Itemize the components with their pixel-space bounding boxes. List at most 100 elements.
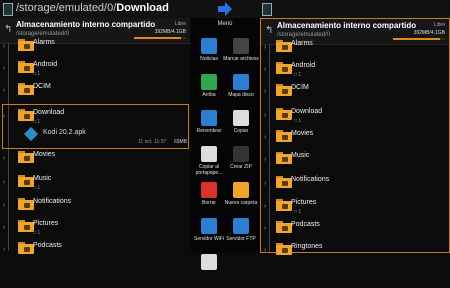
folder-item[interactable]: › Android □ 1 [261,59,449,81]
expand-icon[interactable]: › [264,203,266,210]
kodi-icon [23,126,39,142]
folder-icon [276,40,292,52]
folder-name: DCIM [291,84,309,91]
folder-item[interactable]: › Alarms [0,36,190,58]
folder-count: □ 1 [294,118,302,124]
folder-name: DCIM [33,83,51,90]
free-label: Libre [433,22,445,28]
folder-icon [276,243,292,255]
folder-badge [24,88,30,93]
folder-name: Notifications [291,176,330,183]
expand-icon[interactable]: › [264,66,266,73]
folder-count: □ 1 [33,230,41,236]
expand-icon[interactable]: › [3,43,5,50]
expand-icon[interactable]: › [264,134,266,141]
folder-item[interactable]: › Podcasts [261,218,449,240]
expand-icon[interactable]: › [3,202,5,209]
expand-icon[interactable]: › [3,87,5,94]
folder-item[interactable]: › Android □ 1 [0,58,190,80]
expand-icon[interactable]: › [3,65,5,72]
sort-icon [201,254,217,270]
folder-item[interactable]: › Music [261,149,449,171]
expand-icon[interactable]: › [264,112,266,119]
folder-icon [276,152,292,164]
arrow-right-icon[interactable] [218,1,232,17]
storage-size: 392MB/4.1GB [154,29,186,35]
right-pane[interactable]: ↰ Almacenamiento interno compartido /sto… [260,18,450,255]
expand-icon[interactable]: › [3,179,5,186]
folder-item[interactable]: › Ringtones [261,240,449,262]
folder-icon [18,175,34,187]
menu-item-label: Noticias [200,56,218,62]
folder-badge [282,204,288,209]
folder-item[interactable]: › Pictures □ 1 [0,217,190,239]
folder-count: □ 1 [33,185,41,191]
expand-icon[interactable]: › [264,88,266,95]
folder-badge [24,203,30,208]
menu-item-nueva-carpeta[interactable]: Nueva carpeta [225,182,257,216]
menu-item-copiar[interactable]: Copiar [225,110,257,144]
menu-item-sort[interactable] [193,254,225,288]
expand-icon[interactable]: › [264,44,266,51]
menu-item-arriba[interactable]: Arriba [193,74,225,108]
folder-name: Pictures [291,199,317,206]
left-pane[interactable]: ↰ Almacenamiento interno compartido /sto… [0,18,190,254]
folder-icon [18,151,34,163]
menu-item-mapa-disco[interactable]: Mapa disco [225,74,257,108]
folder-badge [282,89,288,94]
folder-icon [18,198,34,210]
folder-item[interactable]: › Notifications [0,195,190,217]
folder-item[interactable]: › Alarms [261,37,449,59]
folder-name: Download [291,108,323,115]
wifi-icon [201,218,217,234]
storage-size: 392MB/4.1GB [413,30,445,36]
menu-item-marcar-archivos[interactable]: Marcar archivos [223,38,259,72]
folder-name: Android [33,61,58,68]
folder-item[interactable]: › DCIM [0,80,190,102]
expand-icon[interactable]: › [264,156,266,163]
up-icon[interactable]: ↰ [4,24,12,35]
folder-icon [276,130,292,142]
up-icon[interactable]: ↰ [265,25,273,36]
folder-icon [18,220,34,232]
menu-item-copiar-al-portapape[interactable]: Copiar al portapape... [193,146,225,180]
file-name: Kodi 20.2.apk [43,129,86,136]
expand-icon[interactable]: › [264,180,266,187]
new-folder-icon [233,182,249,198]
folder-name: Music [291,152,310,159]
folder-name: Podcasts [291,221,320,228]
menu-item-servidor-ftp[interactable]: Servidor FTP [225,218,257,252]
menu-item-crear-zip[interactable]: Crear ZIP [225,146,257,180]
menu-item-renombrar[interactable]: Renombrar [193,110,225,144]
folder-item[interactable]: › Movies [261,127,449,149]
expand-icon[interactable]: › [3,246,5,253]
menu-item-borrar[interactable]: Borrar [193,182,225,216]
folder-icon [276,108,292,120]
folder-item[interactable]: › DCIM [261,81,449,103]
menu-item-label: Renombrar [196,128,222,134]
folder-item[interactable]: › Notifications [261,173,449,195]
folder-item[interactable]: › Pictures □ 1 [261,196,449,218]
expand-icon[interactable]: › [3,224,5,231]
file-item-apk[interactable]: Kodi 20.2.apk 11 oct. 11:37 69MB [23,126,187,145]
expand-icon[interactable]: › [3,155,5,162]
ftp-icon [233,218,249,234]
folder-badge [282,45,288,50]
expand-icon[interactable]: › [264,225,266,232]
folder-badge [282,157,288,162]
menu-item-servidor-wifi[interactable]: Servidor WiFi [193,218,225,252]
folder-item[interactable]: › Podcasts [0,239,190,261]
menu-item-noticias[interactable]: Noticias [193,38,225,72]
folder-icon [18,39,34,51]
file-date: 11 oct. 11:37 [138,139,167,145]
folder-icon [276,62,292,74]
folder-badge [282,135,288,140]
folder-item[interactable]: › Movies [0,148,190,170]
rename-icon [201,110,217,126]
folder-item[interactable]: › Download □ 1 [261,105,449,127]
folder-item[interactable]: › Music □ 1 [0,172,190,194]
menu-item-label: Marcar archivos [223,56,259,62]
path-breadcrumb[interactable]: /storage/emulated/0/Download [16,2,169,14]
menu-item-label: Mapa disco [228,92,254,98]
folder-name: Alarms [291,40,313,47]
